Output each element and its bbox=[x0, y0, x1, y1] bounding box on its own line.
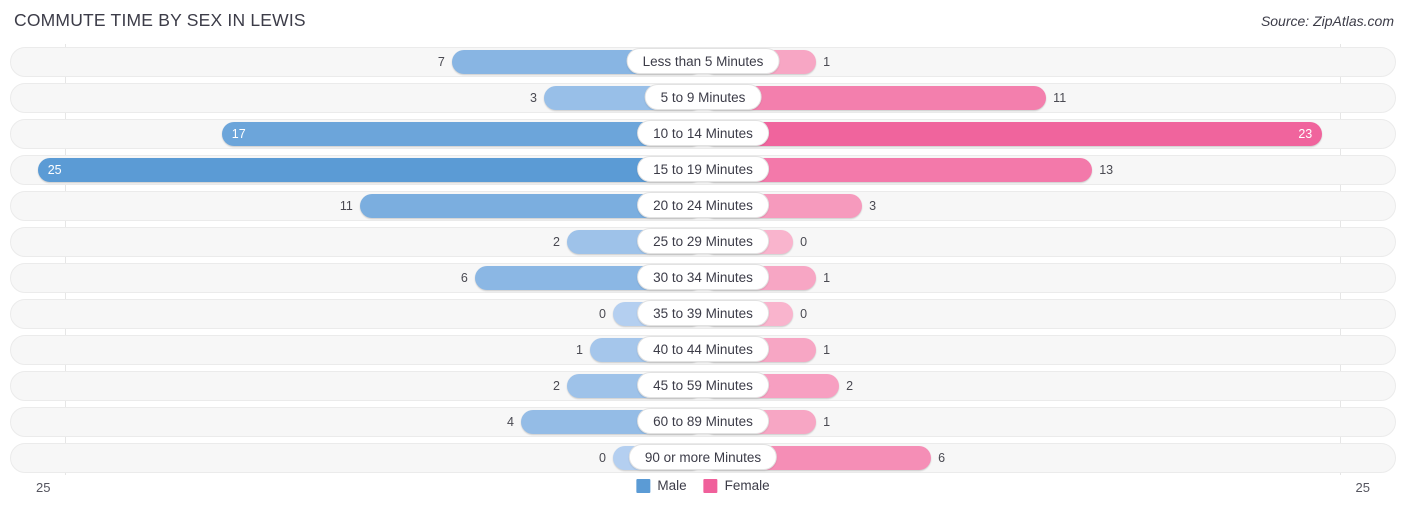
female-half: 23 bbox=[703, 119, 1396, 149]
male-half: 0 bbox=[10, 443, 703, 473]
female-half: 1 bbox=[703, 47, 1396, 77]
male-half: 2 bbox=[10, 227, 703, 257]
female-half: 11 bbox=[703, 83, 1396, 113]
source-attribution: Source: ZipAtlas.com bbox=[1260, 13, 1394, 29]
male-half: 1 bbox=[10, 335, 703, 365]
axis-tick-right: 25 bbox=[1355, 480, 1370, 495]
female-value-label: 23 bbox=[1298, 127, 1313, 141]
male-value-label: 17 bbox=[231, 127, 246, 141]
axis-tick-left: 25 bbox=[36, 480, 51, 495]
female-half: 13 bbox=[703, 155, 1396, 185]
male-value-label: 0 bbox=[598, 307, 606, 321]
male-value-label: 2 bbox=[552, 379, 560, 393]
female-bar[interactable] bbox=[703, 122, 1323, 146]
female-value-label: 1 bbox=[823, 343, 831, 357]
male-value-label: 7 bbox=[437, 55, 445, 69]
male-half: 4 bbox=[10, 407, 703, 437]
category-label: 25 to 29 Minutes bbox=[637, 228, 769, 254]
chart-row: 2 0 25 to 29 Minutes bbox=[10, 224, 1396, 260]
category-label: 60 to 89 Minutes bbox=[637, 408, 769, 434]
female-half: 1 bbox=[703, 335, 1396, 365]
male-value-label: 1 bbox=[575, 343, 583, 357]
female-value-label: 0 bbox=[800, 307, 808, 321]
male-half: 11 bbox=[10, 191, 703, 221]
category-label: Less than 5 Minutes bbox=[626, 48, 780, 74]
category-label: 90 or more Minutes bbox=[628, 444, 778, 470]
chart-legend: Male Female bbox=[636, 478, 770, 493]
category-label: 30 to 34 Minutes bbox=[637, 264, 769, 290]
female-half: 3 bbox=[703, 191, 1396, 221]
female-half: 1 bbox=[703, 407, 1396, 437]
male-value-label: 6 bbox=[460, 271, 468, 285]
male-value-label: 3 bbox=[529, 91, 537, 105]
page-title: COMMUTE TIME BY SEX IN LEWIS bbox=[14, 10, 306, 30]
chart-row: 2 2 45 to 59 Minutes bbox=[10, 368, 1396, 404]
chart-row: 0 0 35 to 39 Minutes bbox=[10, 296, 1396, 332]
chart-row: 6 1 30 to 34 Minutes bbox=[10, 260, 1396, 296]
female-half: 6 bbox=[703, 443, 1396, 473]
male-half: 6 bbox=[10, 263, 703, 293]
chart-row: 1 1 40 to 44 Minutes bbox=[10, 332, 1396, 368]
male-half: 7 bbox=[10, 47, 703, 77]
chart-row: 4 1 60 to 89 Minutes bbox=[10, 404, 1396, 440]
male-bar[interactable] bbox=[221, 122, 703, 146]
male-value-label: 11 bbox=[339, 199, 353, 213]
category-label: 10 to 14 Minutes bbox=[637, 120, 769, 146]
category-label: 35 to 39 Minutes bbox=[637, 300, 769, 326]
category-label: 5 to 9 Minutes bbox=[644, 84, 762, 110]
chart-header: COMMUTE TIME BY SEX IN LEWIS Source: Zip… bbox=[0, 0, 1406, 44]
male-value-label: 4 bbox=[506, 415, 514, 429]
male-half: 17 bbox=[10, 119, 703, 149]
female-value-label: 0 bbox=[800, 235, 808, 249]
legend-label: Male bbox=[657, 478, 687, 493]
chart-row: 0 6 90 or more Minutes bbox=[10, 440, 1396, 476]
female-half: 0 bbox=[703, 299, 1396, 329]
chart-footer: 25 25 Male Female bbox=[10, 475, 1396, 511]
male-half: 25 bbox=[10, 155, 703, 185]
female-value-label: 1 bbox=[823, 55, 831, 69]
female-value-label: 1 bbox=[823, 415, 831, 429]
male-half: 3 bbox=[10, 83, 703, 113]
legend-label: Female bbox=[724, 478, 770, 493]
chart-row: 3 11 5 to 9 Minutes bbox=[10, 80, 1396, 116]
legend-swatch-icon bbox=[636, 478, 651, 493]
female-value-label: 1 bbox=[823, 271, 831, 285]
category-label: 40 to 44 Minutes bbox=[637, 336, 769, 362]
male-value-label: 2 bbox=[552, 235, 560, 249]
male-half: 0 bbox=[10, 299, 703, 329]
female-value-label: 11 bbox=[1053, 91, 1067, 105]
female-value-label: 2 bbox=[846, 379, 854, 393]
male-value-label: 25 bbox=[47, 163, 62, 177]
male-bar[interactable] bbox=[37, 158, 703, 182]
category-label: 45 to 59 Minutes bbox=[637, 372, 769, 398]
male-half: 2 bbox=[10, 371, 703, 401]
legend-swatch-icon bbox=[703, 478, 718, 493]
female-half: 0 bbox=[703, 227, 1396, 257]
female-value-label: 13 bbox=[1099, 163, 1114, 177]
chart-row: 17 23 10 to 14 Minutes bbox=[10, 116, 1396, 152]
category-label: 15 to 19 Minutes bbox=[637, 156, 769, 182]
legend-item[interactable]: Male bbox=[636, 478, 687, 493]
chart-row: 11 3 20 to 24 Minutes bbox=[10, 188, 1396, 224]
chart-row: 25 13 15 to 19 Minutes bbox=[10, 152, 1396, 188]
category-label: 20 to 24 Minutes bbox=[637, 192, 769, 218]
female-half: 2 bbox=[703, 371, 1396, 401]
chart-row: 7 1 Less than 5 Minutes bbox=[10, 44, 1396, 80]
diverging-bar-plot: 7 1 Less than 5 Minutes 3 11 5 to 9 Minutes 17… bbox=[10, 44, 1396, 475]
male-value-label: 0 bbox=[598, 451, 606, 465]
female-half: 1 bbox=[703, 263, 1396, 293]
female-value-label: 3 bbox=[869, 199, 877, 213]
female-value-label: 6 bbox=[938, 451, 946, 465]
legend-item[interactable]: Female bbox=[703, 478, 770, 493]
